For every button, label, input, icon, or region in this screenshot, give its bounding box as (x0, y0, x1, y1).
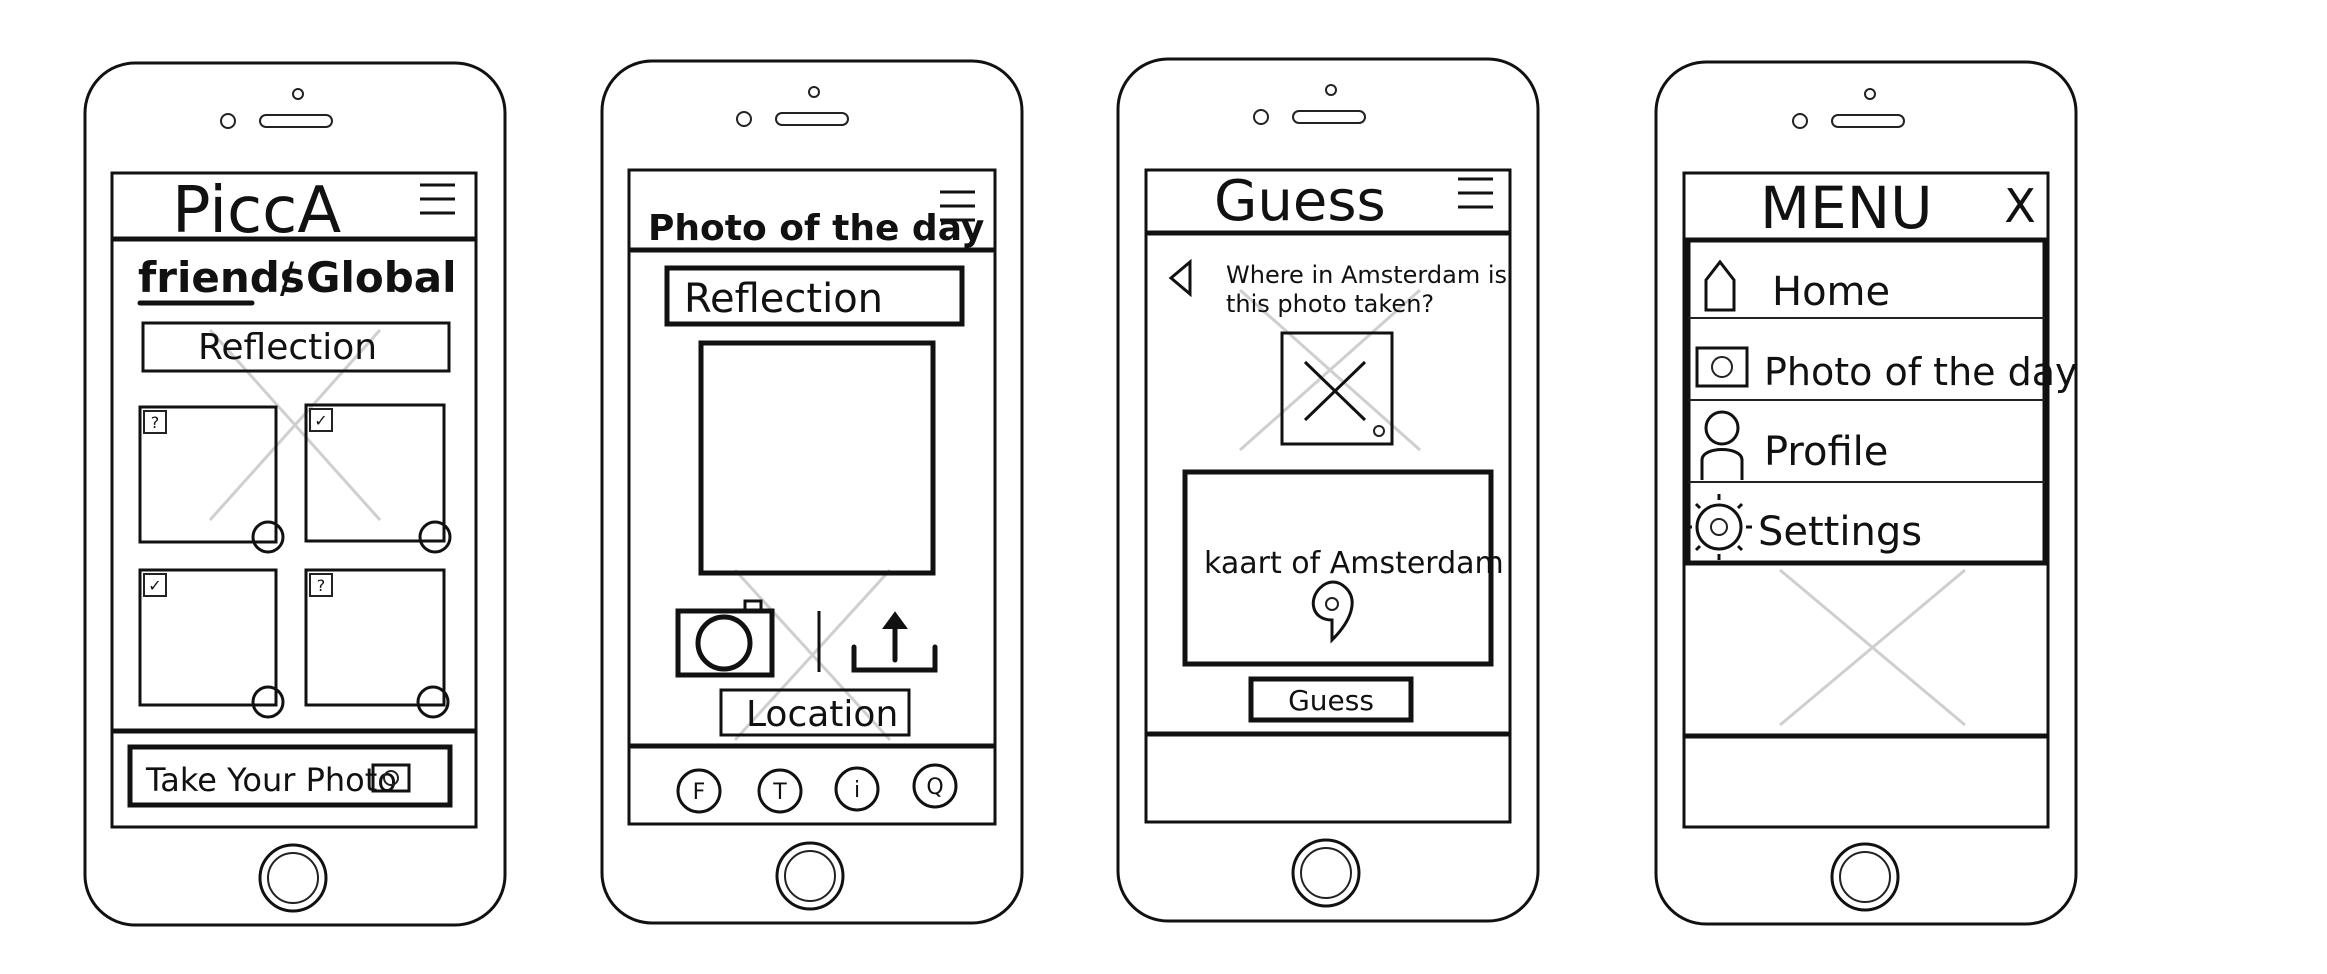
share-instagram-label: i (854, 778, 860, 803)
menu-item-label: Profile (1764, 429, 1888, 475)
menu-item-home[interactable]: Home (1704, 259, 1890, 315)
camera-icon (1695, 346, 1749, 388)
guess-button[interactable]: Guess (1248, 676, 1414, 723)
photo-tile[interactable]: ? (138, 405, 285, 554)
camera-dot (736, 111, 752, 127)
home-button-ring (784, 850, 836, 902)
home-button[interactable] (1291, 838, 1361, 908)
menu-item-label: Settings (1758, 509, 1922, 555)
tile-badge-label: ✓ (314, 411, 327, 430)
map-area[interactable]: kaart of Amsterdam (1182, 469, 1504, 667)
person-icon (1704, 410, 1740, 446)
menu-item-label: Photo of the day (1764, 350, 2078, 394)
camera-dot (220, 113, 236, 129)
topic-label: Reflection (198, 327, 377, 368)
topic-label: Reflection (684, 276, 883, 322)
question-line1: Where in Amsterdam is (1226, 261, 1507, 289)
close-icon[interactable]: X (2004, 179, 2036, 233)
screen-title: Guess (1214, 169, 1386, 234)
question-line2: this photo taken? (1226, 290, 1434, 318)
sensor-dot (1864, 88, 1876, 100)
camera-icon[interactable] (675, 599, 775, 678)
photo-tile[interactable]: ✓ (304, 403, 452, 554)
menu-item-profile[interactable]: Profile (1700, 410, 1888, 480)
sensor-dot (292, 88, 304, 100)
tab-separator: / (280, 253, 295, 302)
placeholder-x (1303, 360, 1367, 422)
back-icon[interactable] (1168, 258, 1192, 298)
home-button[interactable] (258, 843, 328, 913)
tile-badge-label: ? (151, 413, 160, 432)
menu-item-photo-of-the-day[interactable]: Photo of the day (1695, 346, 2078, 394)
location-label: Location (746, 694, 898, 735)
avatar-icon (251, 685, 285, 719)
home-button-ring (1839, 851, 1891, 903)
screen-title: Photo of the day (648, 208, 984, 249)
take-photo-label: Take Your Photo (145, 761, 397, 799)
guess-button-label: Guess (1288, 684, 1374, 717)
menu-item-label: Home (1772, 269, 1890, 315)
wireframe-sketch: PiccA friends / Global Reflection ? ✓ ✓ (83, 57, 2078, 927)
home-button[interactable] (775, 841, 845, 911)
camera-dot (1253, 109, 1269, 125)
speaker-slot (1831, 114, 1905, 128)
photo-tile[interactable]: ✓ (138, 568, 285, 719)
photo-frame[interactable] (698, 340, 936, 576)
home-button-ring (1300, 847, 1352, 899)
phone-frame (600, 59, 1024, 925)
sensor-dot (1325, 84, 1337, 96)
tab-global[interactable]: Global (306, 253, 457, 302)
tile-badge-label: ? (317, 576, 326, 595)
menu-title: MENU (1760, 174, 1933, 242)
home-button[interactable] (1830, 842, 1900, 912)
location-button[interactable]: Location (719, 688, 911, 737)
phone-menu: MENU X Home Photo of the day Profile Set… (1654, 60, 2078, 926)
watermark-x (1779, 568, 1966, 727)
map-pin-icon[interactable] (1311, 580, 1354, 644)
speaker-slot (775, 112, 849, 126)
hamburger-icon[interactable] (420, 183, 455, 215)
share-chat-label: Q (926, 775, 943, 800)
sensor-dot (808, 86, 820, 98)
home-button-ring (267, 852, 319, 904)
menu-item-settings[interactable]: Settings (1686, 494, 1922, 560)
share-twitter-label: T (772, 780, 787, 805)
speaker-slot (1292, 110, 1366, 124)
hamburger-icon[interactable] (1458, 177, 1493, 209)
phone-guess: Guess Where in Amsterdam is this photo t… (1116, 57, 1540, 923)
house-icon (1704, 259, 1736, 312)
camera-dot (1792, 113, 1808, 129)
map-label: kaart of Amsterdam (1204, 546, 1504, 581)
speaker-slot (259, 114, 333, 128)
take-photo-button[interactable]: Take Your Photo (127, 744, 453, 808)
pin-icon (1373, 425, 1385, 437)
gear-icon (1695, 503, 1743, 551)
share-facebook-label: F (693, 780, 706, 805)
phone-photo-of-the-day: Photo of the day Reflection Location F T… (600, 59, 1024, 925)
phone-home: PiccA friends / Global Reflection ? ✓ ✓ (83, 61, 507, 927)
upload-icon[interactable] (851, 611, 938, 673)
mystery-photo (1280, 331, 1394, 446)
photo-tile[interactable]: ? (304, 568, 450, 719)
tile-badge-label: ✓ (148, 576, 161, 595)
avatar-icon (251, 520, 285, 554)
